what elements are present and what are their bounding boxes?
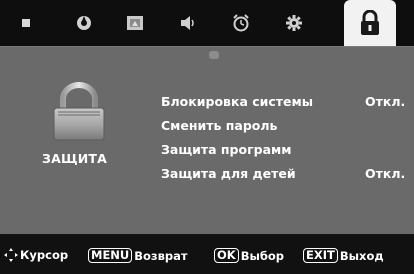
lock-icon (361, 10, 379, 35)
tab-channel[interactable] (107, 0, 163, 46)
ok-key: OK (214, 248, 239, 263)
hint-exit: EXIT Выход (303, 248, 384, 263)
ok-hint-label: Выбор (240, 248, 285, 263)
sound-icon (77, 16, 91, 30)
cursor-hint-label: Курсор (20, 248, 69, 262)
tab-settings[interactable] (266, 0, 322, 46)
security-panel: ЗАЩИТА Блокировка системы Откл. Сменить … (0, 46, 414, 235)
tab-audio[interactable] (160, 0, 216, 46)
menu-item-change-password[interactable]: Сменить пароль (161, 118, 277, 133)
menu-hint-label: Возврат (134, 248, 188, 263)
timer-clock-icon (233, 14, 249, 32)
security-menu: Блокировка системы Откл. Сменить пароль … (0, 47, 414, 235)
parental-lock-value[interactable]: Откл. (365, 166, 405, 181)
menu-item-parental-lock[interactable]: Защита для детей (161, 166, 296, 181)
footer-hints: Курсор MENU Возврат OK Выбор EXIT Выход (0, 234, 414, 274)
exit-hint-label: Выход (339, 248, 384, 263)
hint-ok: OK Выбор (214, 248, 284, 263)
tab-lock[interactable] (344, 0, 396, 46)
channel-icon (127, 16, 143, 30)
menu-item-program-lock[interactable]: Защита программ (161, 142, 291, 157)
menu-item-system-lock[interactable]: Блокировка системы (161, 94, 313, 109)
tab-sound[interactable] (56, 0, 112, 46)
tab-timer[interactable] (213, 0, 269, 46)
hint-cursor: Курсор (4, 248, 68, 262)
tab-picture[interactable] (6, 0, 46, 46)
system-lock-value[interactable]: Откл. (365, 94, 405, 109)
settings-gear-icon (286, 15, 302, 31)
picture-icon (22, 19, 30, 27)
cursor-arrows-icon (4, 248, 18, 262)
menu-tab-bar (0, 0, 414, 46)
menu-key: MENU (88, 248, 133, 263)
exit-key: EXIT (303, 248, 338, 263)
speaker-icon (181, 16, 194, 30)
hint-menu: MENU Возврат (88, 248, 188, 263)
